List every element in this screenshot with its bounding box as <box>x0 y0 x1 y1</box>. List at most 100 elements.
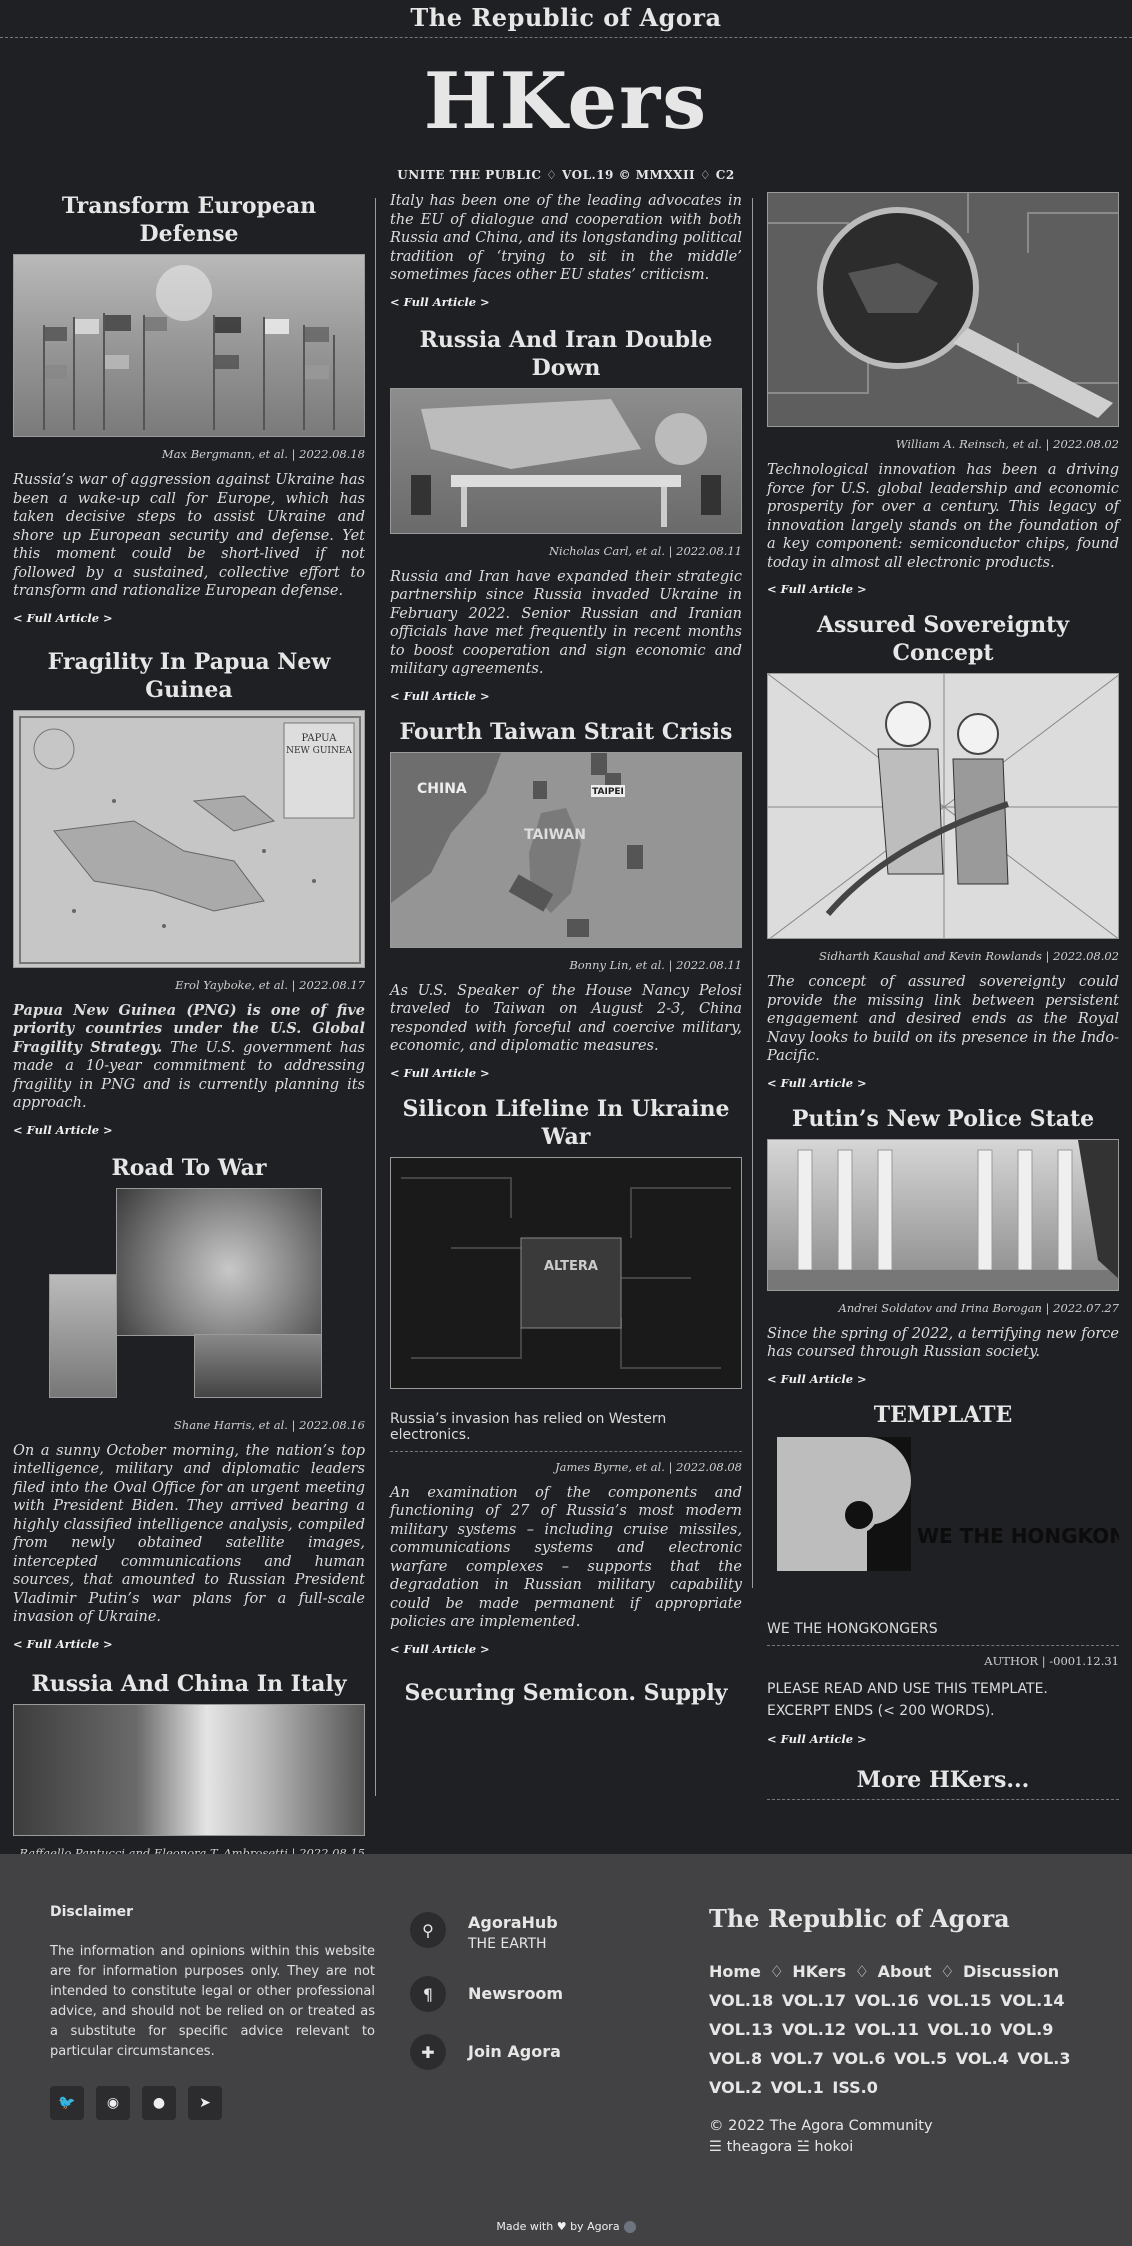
article-title[interactable]: Transform European Defense <box>13 192 365 248</box>
telegram-icon[interactable]: ➤ <box>188 2086 222 2120</box>
firefighters-illustration <box>768 674 1118 938</box>
article-image-hall[interactable] <box>767 1138 1119 1291</box>
article-excerpt: Technological innovation has been a driv… <box>767 462 1119 571</box>
svg-text:PAPUA: PAPUA <box>302 733 338 744</box>
masthead: HKers <box>0 38 1132 158</box>
article-byline: Max Bergmann, et al. | 2022.08.18 <box>161 447 365 461</box>
png-map-illustration: PAPUA NEW GUINEA <box>19 715 361 964</box>
article-grid: Transform European Defense Max Bergmann,… <box>0 192 1132 1902</box>
article-title[interactable]: Silicon Lifeline In Ukraine War <box>390 1095 742 1151</box>
article-title[interactable]: Putin’s New Police State <box>767 1105 1119 1133</box>
article-image-flags[interactable] <box>13 254 365 437</box>
map-label-china: CHINA <box>417 781 467 797</box>
article-card: Fourth Taiwan Strait Crisis CHINA TAIPEI… <box>390 718 742 1081</box>
article-title[interactable]: Assured Sovereignty Concept <box>767 611 1119 667</box>
image-caption: WE THE HONGKONGERS <box>767 1620 938 1637</box>
article-byline: Bonny Lin, et al. | 2022.08.11 <box>569 957 742 972</box>
footer-link-newsroom[interactable]: ¶ Newsroom <box>410 1976 670 2012</box>
site-top-title[interactable]: The Republic of Agora <box>410 3 721 32</box>
portrait-left <box>49 1273 117 1398</box>
social-links: 🐦 ◉ ● ➤ <box>50 2086 375 2120</box>
article-image-flag-italy[interactable] <box>13 1703 365 1836</box>
site-top-bar: The Republic of Agora <box>0 0 1132 38</box>
column-right: William A. Reinsch, et al. | 2022.08.02 … <box>767 192 1132 1808</box>
article-title[interactable]: Road To War <box>13 1154 365 1182</box>
full-article-link[interactable]: < Full Article > <box>390 1066 490 1080</box>
column-divider <box>752 198 753 1588</box>
full-article-link[interactable]: < Full Article > <box>767 1732 867 1746</box>
hongkongers-logo: WE THE HONGKONGERS <box>777 1436 1132 1571</box>
map-label-taiwan: TAIWAN <box>524 827 586 843</box>
footer-links: ⚲ AgoraHub THE EARTH ¶ Newsroom ✚ Join Ag… <box>410 1912 670 2092</box>
full-article-link[interactable]: < Full Article > <box>13 1637 113 1651</box>
full-article-link[interactable]: < Full Article > <box>390 295 490 309</box>
full-article-link[interactable]: < Full Article > <box>767 582 867 596</box>
github-icon[interactable]: ◉ <box>96 2086 130 2120</box>
article-title[interactable]: Fourth Taiwan Strait Crisis <box>390 718 742 746</box>
twitter-icon[interactable]: 🐦 <box>50 2086 84 2120</box>
article-byline: Erol Yayboke, et al. | 2022.08.17 <box>175 977 365 992</box>
article-title[interactable]: Russia And Iran Double Down <box>390 326 742 382</box>
article-card: Fragility In Papua New Guinea PAPUA NEW … <box>13 648 365 1138</box>
paragraph-icon: ¶ <box>410 1976 446 2012</box>
article-title[interactable]: Fragility In Papua New Guinea <box>13 648 365 704</box>
article-title[interactable]: TEMPLATE <box>767 1401 1119 1429</box>
article-title[interactable]: Securing Semicon. Supply <box>390 1679 742 1707</box>
disclaimer-title: Disclaimer <box>50 1904 134 1920</box>
full-article-link[interactable]: < Full Article > <box>13 611 113 625</box>
made-with-text: Made with ♥ by Agora <box>496 2220 620 2233</box>
article-byline: Shane Harris, et al. | 2022.08.16 <box>173 1417 365 1432</box>
article-title[interactable]: Russia And China In Italy <box>13 1670 365 1698</box>
footer-link-agorahub[interactable]: ⚲ AgoraHub THE EARTH <box>410 1912 670 1954</box>
footer-logo[interactable]: The Republic of Agora <box>709 1904 1089 1933</box>
link-title[interactable]: AgoraHub <box>468 1912 558 1934</box>
article-image-chip[interactable]: ALTERA <box>390 1156 742 1389</box>
masthead-title[interactable]: HKers <box>0 52 1132 152</box>
article-image-collage[interactable] <box>13 1187 365 1408</box>
more-hkers-link[interactable]: More HKers... <box>857 1767 1030 1793</box>
article-card: Russia And Iran Double Down Nicholas Car… <box>390 326 742 704</box>
article-byline: James Byrne, et al. | 2022.08.08 <box>554 1459 742 1474</box>
full-article-link[interactable]: < Full Article > <box>390 689 490 703</box>
template-logo-image[interactable]: WE THE HONGKONGERS <box>767 1435 1132 1597</box>
link-title[interactable]: Join Agora <box>468 2034 561 2070</box>
article-card: Russia And China In Italy Raffaello Pant… <box>13 1670 365 1860</box>
full-article-link[interactable]: < Full Article > <box>390 1642 490 1656</box>
article-card: Putin’s New Police State Andrei Soldatov… <box>767 1105 1119 1387</box>
footer-volume-links[interactable]: VOL.18 VOL.17 VOL.16 VOL.15 VOL.14 VOL.1… <box>709 1986 1089 2102</box>
article-card: Transform European Defense Max Bergmann,… <box>13 192 365 626</box>
full-article-link[interactable]: < Full Article > <box>767 1372 867 1386</box>
column-divider <box>375 198 376 1796</box>
map-label-taipei: TAIPEI <box>592 787 624 797</box>
footer-main-nav[interactable]: Home ♢ HKers ♢ About ♢ Discussion <box>709 1957 1089 1986</box>
article-excerpt: The concept of assured sovereignty could… <box>767 974 1119 1064</box>
footer-link-join[interactable]: ✚ Join Agora <box>410 2034 670 2070</box>
article-image-magnifier[interactable] <box>767 192 1119 427</box>
article-image-map[interactable]: PAPUA NEW GUINEA <box>13 709 365 968</box>
full-article-link[interactable]: < Full Article > <box>13 1123 113 1137</box>
article-excerpt: Russia’s war of aggression against Ukrai… <box>13 472 365 599</box>
article-image-meeting[interactable] <box>390 387 742 534</box>
article-excerpt: On a sunny October morning, the nation’s… <box>13 1442 365 1626</box>
article-byline: Nicholas Carl, et al. | 2022.08.11 <box>548 543 742 558</box>
article-card: William A. Reinsch, et al. | 2022.08.02 … <box>767 192 1119 597</box>
article-excerpt: Papua New Guinea (PNG) is one of five pr… <box>13 1002 365 1113</box>
portrait-center <box>116 1187 322 1336</box>
map-pin-icon: ⚲ <box>410 1912 446 1948</box>
column-left: Transform European Defense Max Bergmann,… <box>13 192 365 1872</box>
chip-label: ALTERA <box>544 1259 598 1274</box>
article-byline: Andrei Soldatov and Irina Borogan | 2022… <box>838 1300 1119 1315</box>
divider <box>390 1450 742 1452</box>
full-article-link[interactable]: < Full Article > <box>767 1076 867 1090</box>
footer-handles[interactable]: ☰ theagora ☱ hokoi <box>709 2137 1089 2158</box>
link-title[interactable]: Newsroom <box>468 1976 563 2012</box>
image-caption: Russia’s invasion has relied on Western … <box>390 1410 667 1443</box>
article-card: Securing Semicon. Supply <box>390 1679 742 1707</box>
footer-nav: The Republic of Agora Home ♢ HKers ♢ Abo… <box>709 1904 1089 2158</box>
article-image-taiwan-map[interactable]: CHINA TAIPEI TAIWAN <box>390 751 742 948</box>
article-image-firefighters[interactable] <box>767 673 1119 939</box>
reddit-icon[interactable]: ● <box>142 2086 176 2120</box>
meeting-illustration <box>411 398 721 527</box>
puzzle-icon: ✚ <box>410 2034 446 2070</box>
article-card: Road To War Shane Harris, et al. | 2022.… <box>13 1154 365 1652</box>
